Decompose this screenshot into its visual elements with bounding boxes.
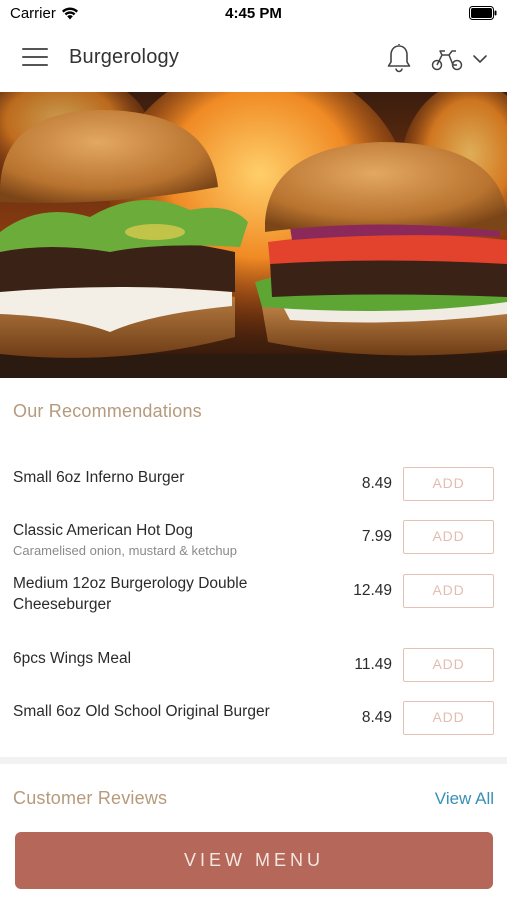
battery-icon xyxy=(469,6,497,20)
status-bar: Carrier 4:45 PM xyxy=(0,0,507,26)
chevron-down-icon[interactable] xyxy=(472,52,488,66)
item-name: Medium 12oz Burgerology Double Cheesebur… xyxy=(13,575,248,613)
hero-burger-image xyxy=(0,92,507,378)
scooter-icon[interactable] xyxy=(430,46,464,72)
hamburger-menu-icon[interactable] xyxy=(22,48,48,70)
restaurant-title: Burgerology xyxy=(69,46,180,68)
add-button[interactable]: ADD xyxy=(403,520,494,554)
add-button[interactable]: ADD xyxy=(403,467,494,501)
status-time: 4:45 PM xyxy=(225,5,282,22)
top-nav-bar: Burgerology xyxy=(0,26,507,92)
item-name: Classic American Hot Dog Caramelised oni… xyxy=(13,520,313,559)
section-divider xyxy=(0,757,507,764)
item-name: 6pcs Wings Meal xyxy=(13,650,132,667)
view-menu-button[interactable]: VIEW MENU xyxy=(15,832,493,889)
item-name: Small 6oz Inferno Burger xyxy=(13,469,185,486)
view-all-link[interactable]: View All xyxy=(435,789,494,809)
item-price: 11.49 xyxy=(354,656,392,673)
item-name: Small 6oz Old School Original Burger xyxy=(13,703,270,720)
item-price: 12.49 xyxy=(353,582,392,599)
reviews-heading: Customer Reviews xyxy=(13,788,168,808)
burger-illustration xyxy=(0,92,507,378)
add-button[interactable]: ADD xyxy=(403,574,494,608)
item-price: 8.49 xyxy=(361,709,392,726)
recommendations-heading: Our Recommendations xyxy=(13,401,202,421)
item-price: 7.99 xyxy=(361,528,392,545)
bell-icon[interactable] xyxy=(384,42,414,74)
add-button[interactable]: ADD xyxy=(403,648,494,682)
item-price: 8.49 xyxy=(361,475,392,492)
item-description: Caramelised onion, mustard & ketchup xyxy=(13,543,238,558)
add-button[interactable]: ADD xyxy=(403,701,494,735)
item-name-text: Classic American Hot Dog xyxy=(13,522,194,539)
